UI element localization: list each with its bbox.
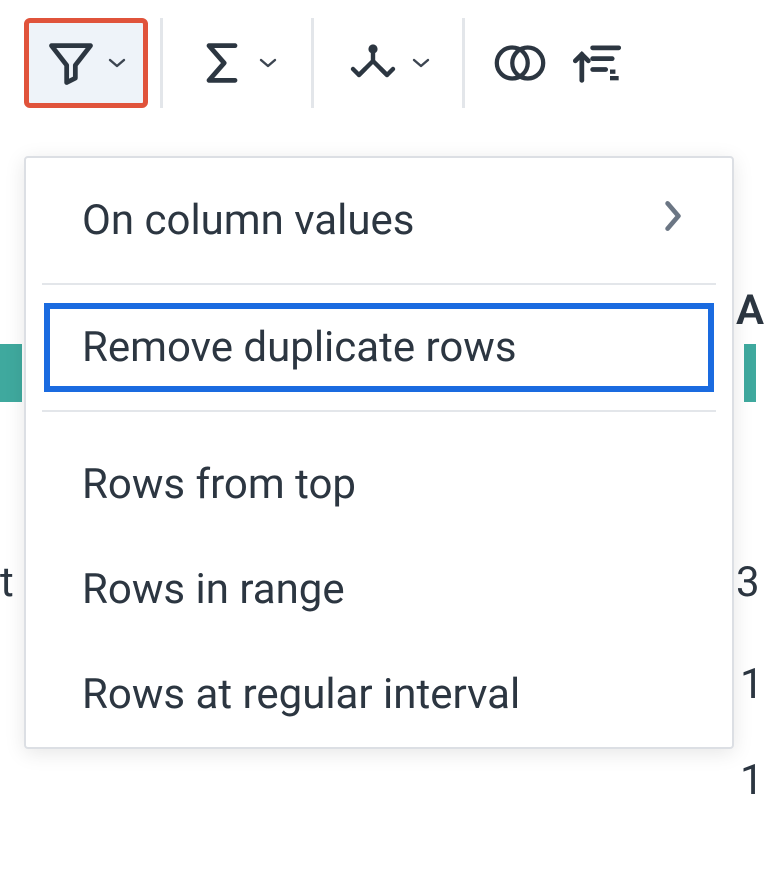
join-icon (491, 37, 549, 89)
menu-item-rows-in-range[interactable]: Rows in range (26, 537, 732, 642)
chevron-down-icon (258, 57, 278, 69)
filter-dropdown-button[interactable] (24, 18, 148, 108)
bg-text: t (0, 558, 14, 607)
bg-text: A (736, 286, 764, 335)
summarize-dropdown-button[interactable] (175, 18, 299, 108)
bg-strip (0, 344, 22, 402)
menu-item-label: On column values (82, 196, 414, 245)
menu-item-remove-duplicate-rows[interactable]: Remove duplicate rows (26, 285, 732, 410)
menu-item-rows-from-top[interactable]: Rows from top (26, 412, 732, 537)
split-dropdown-button[interactable] (326, 18, 450, 108)
chevron-right-icon (662, 196, 684, 245)
sigma-icon (196, 37, 248, 89)
bg-text: 1 (740, 660, 764, 709)
menu-item-label: Rows in range (82, 565, 345, 614)
chevron-down-icon (107, 57, 127, 69)
menu-item-label: Remove duplicate rows (82, 323, 517, 372)
bg-strip (756, 344, 766, 402)
menu-item-rows-at-regular-interval[interactable]: Rows at regular interval (26, 642, 732, 747)
toolbar-separator (462, 18, 465, 108)
toolbar-separator (311, 18, 314, 108)
bg-text: 1 (740, 756, 764, 805)
menu-item-on-column-values[interactable]: On column values (26, 158, 732, 283)
chevron-down-icon (411, 57, 431, 69)
menu-item-label: Rows from top (82, 460, 356, 509)
bg-text: 3 (736, 558, 760, 607)
menu-item-label: Rows at regular interval (82, 670, 520, 719)
toolbar-separator (160, 18, 163, 108)
toolbar (0, 0, 766, 126)
sort-icon (571, 37, 623, 89)
split-icon (345, 35, 401, 91)
filter-icon (45, 37, 97, 89)
filter-dropdown-menu: On column values Remove duplicate rows R… (24, 156, 734, 749)
join-sort-button-group[interactable] (477, 18, 637, 108)
